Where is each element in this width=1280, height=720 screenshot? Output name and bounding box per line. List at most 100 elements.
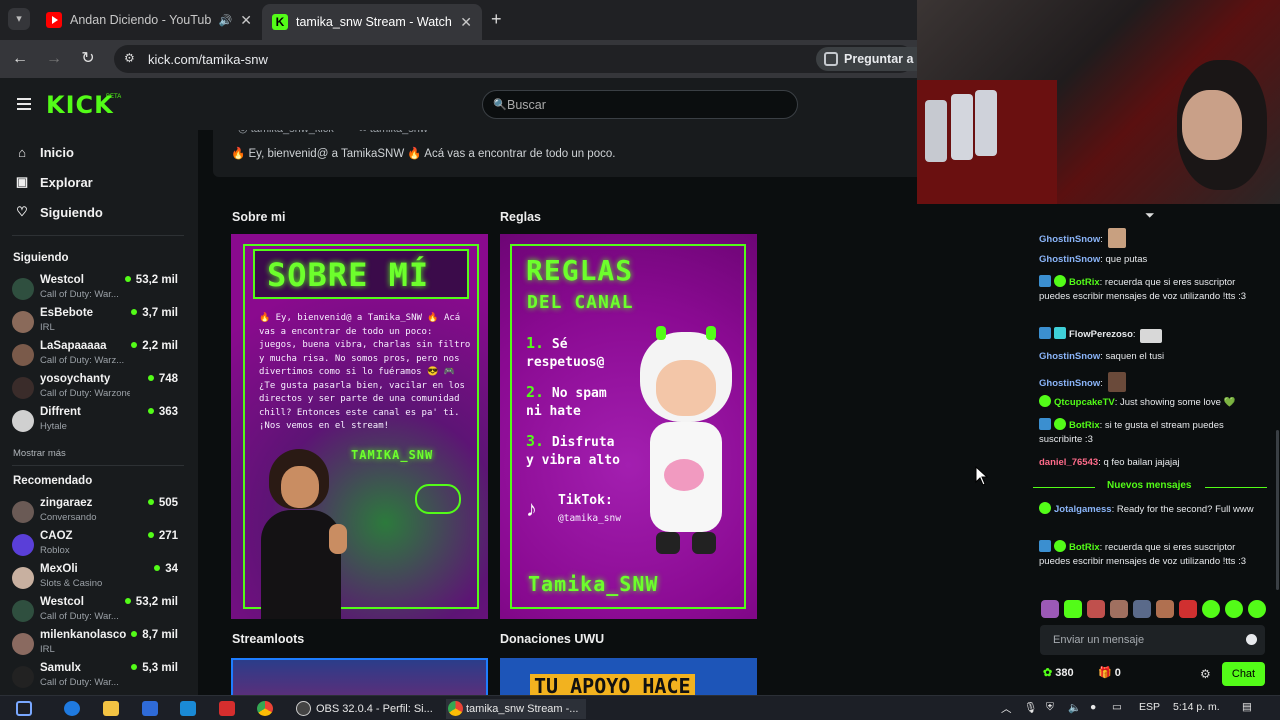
chrome-icon[interactable] bbox=[257, 701, 273, 716]
language-indicator[interactable]: ESP bbox=[1139, 701, 1160, 713]
reload-button[interactable]: ↻ bbox=[78, 49, 98, 69]
streamloots-panel[interactable] bbox=[231, 658, 488, 695]
notifications-icon[interactable]: ▤ bbox=[1242, 701, 1252, 713]
emote-icon[interactable] bbox=[1248, 600, 1266, 618]
chat-username[interactable]: GhostinSnow bbox=[1039, 351, 1100, 362]
channel-name: milenkanolasco bbox=[40, 629, 127, 641]
channel-points[interactable]: ✿ 380 bbox=[1043, 666, 1074, 679]
bio-text: 🔥 Ey, bienvenid@ a TamikaSNW 🔥 Acá vas a… bbox=[231, 148, 616, 160]
volume-icon[interactable]: 🔈 bbox=[1068, 701, 1081, 714]
recommended-channel[interactable]: milenkanolasco IRL 8,7 mil bbox=[12, 629, 184, 659]
menu-icon[interactable] bbox=[17, 98, 31, 110]
gifts-counter[interactable]: 🎁 0 bbox=[1098, 666, 1121, 679]
file-explorer-icon[interactable] bbox=[103, 701, 119, 716]
site-info-icon[interactable]: ⚙ bbox=[124, 51, 135, 65]
vpn-icon[interactable]: ⛨ bbox=[1046, 701, 1054, 714]
channel-category: IRL bbox=[40, 644, 55, 655]
send-chat-button[interactable]: Chat bbox=[1222, 662, 1265, 686]
emote-icon[interactable] bbox=[1156, 600, 1174, 618]
close-tab-icon[interactable]: ✕ bbox=[460, 14, 472, 31]
chat-username[interactable]: FlowPerezoso bbox=[1069, 329, 1133, 340]
back-button[interactable]: ← bbox=[10, 49, 30, 69]
chat-username[interactable]: GhostinSnow bbox=[1039, 378, 1100, 389]
recommended-channel[interactable]: Westcol Call of Duty: War... 53,2 mil bbox=[12, 596, 184, 626]
social-link[interactable]: tamika_snw_kick bbox=[251, 130, 334, 135]
emoji-icon[interactable] bbox=[1246, 634, 1257, 645]
stream-video-overlay[interactable] bbox=[917, 0, 1280, 204]
store-icon[interactable] bbox=[142, 701, 158, 716]
office-icon[interactable] bbox=[219, 701, 235, 716]
search-box[interactable]: 🔍 bbox=[482, 90, 798, 119]
chat-filter-icon[interactable]: ⏷ bbox=[1145, 208, 1155, 223]
character-foot bbox=[692, 532, 716, 554]
following-channel[interactable]: Diffrent Hytale 363 bbox=[12, 406, 184, 436]
nav-explorar[interactable]: ▣ Explorar bbox=[14, 172, 93, 192]
recommended-channel[interactable]: zingaraez Conversando 505 bbox=[12, 497, 184, 527]
close-tab-icon[interactable]: ✕ bbox=[240, 12, 252, 29]
chat-input-box[interactable] bbox=[1040, 625, 1265, 655]
about-panel[interactable]: SOBRE MÍ 🔥 Ey, bienvenid@ a Tamika_SNW 🔥… bbox=[231, 234, 488, 619]
tab-kick[interactable]: K tamika_snw Stream - Watch Liv ✕ bbox=[262, 4, 482, 40]
donations-panel[interactable]: TU APOYO HACE bbox=[500, 658, 757, 695]
recommended-channel[interactable]: MexOli Slots & Casino 34 bbox=[12, 563, 184, 593]
chat-username[interactable]: BotRix bbox=[1069, 420, 1100, 431]
viewer-count: 2,2 mil bbox=[131, 340, 178, 352]
tray-overflow-icon[interactable]: ︿ bbox=[1001, 701, 1012, 716]
chat-username[interactable]: daniel_76543 bbox=[1039, 457, 1098, 468]
task-view-icon[interactable] bbox=[16, 701, 32, 716]
viewer-count: 53,2 mil bbox=[125, 274, 178, 286]
avatar bbox=[12, 600, 34, 622]
energy-can bbox=[925, 100, 947, 162]
microphone-icon[interactable]: 🎙 bbox=[1024, 701, 1037, 714]
chat-input[interactable] bbox=[1053, 631, 1233, 649]
recommended-channel[interactable]: Samulx Call of Duty: War... 5,3 mil bbox=[12, 662, 184, 692]
chat-message: Jotalgamess: Ready for the second? Full … bbox=[1039, 502, 1263, 517]
emote-icon[interactable] bbox=[1087, 600, 1105, 618]
verified-badge-icon bbox=[1054, 418, 1066, 430]
emote-icon[interactable] bbox=[1179, 600, 1197, 618]
emote-icon[interactable] bbox=[1110, 600, 1128, 618]
forward-button[interactable]: → bbox=[44, 49, 64, 69]
nav-inicio[interactable]: ⌂ Inicio bbox=[14, 142, 74, 162]
kick-logo[interactable]: KICK bbox=[46, 91, 114, 119]
chat-text: q feo bailan jajajaj bbox=[1103, 457, 1180, 468]
taskbar-chrome[interactable]: tamika_snw Stream -... bbox=[446, 699, 587, 719]
emote-icon[interactable] bbox=[1202, 600, 1220, 618]
chat-username[interactable]: QtcupcakeTV bbox=[1054, 397, 1115, 408]
app-tray-icon[interactable]: ● bbox=[1090, 701, 1096, 713]
chat-scrollbar[interactable] bbox=[1276, 430, 1279, 590]
clock[interactable]: 5:14 p. m. bbox=[1173, 701, 1220, 713]
network-icon[interactable]: ▭ bbox=[1112, 701, 1122, 713]
recommended-channel[interactable]: CAOZ Roblox 271 bbox=[12, 530, 184, 560]
mail-icon[interactable] bbox=[180, 701, 196, 716]
url-field[interactable]: ⚙ kick.com/tamika-snw bbox=[114, 45, 914, 73]
chat-username[interactable]: Jotalgamess bbox=[1054, 504, 1112, 515]
rules-panel[interactable]: REGLAS DEL CANAL 1. Sé respetuos@ 2. No … bbox=[500, 234, 757, 619]
nav-siguiendo[interactable]: ♡ Siguiendo bbox=[14, 202, 103, 222]
emote-icon[interactable] bbox=[1133, 600, 1151, 618]
tab-search-dropdown[interactable]: ▾ bbox=[8, 8, 30, 30]
following-channel[interactable]: Westcol Call of Duty: War... 53,2 mil bbox=[12, 274, 184, 304]
emote-icon[interactable] bbox=[1225, 600, 1243, 618]
edge-icon[interactable] bbox=[64, 701, 80, 716]
channel-category: Hytale bbox=[40, 421, 67, 432]
channel-category: Roblox bbox=[40, 545, 70, 556]
chat-settings-icon[interactable]: ⚙ bbox=[1200, 667, 1211, 681]
gifts-value: 0 bbox=[1114, 667, 1121, 679]
show-more-link[interactable]: Mostrar más bbox=[13, 448, 66, 459]
new-tab-button[interactable]: + bbox=[491, 9, 502, 30]
following-channel[interactable]: LaSapaaaaa Call of Duty: Warz... 2,2 mil bbox=[12, 340, 184, 370]
chat-username[interactable]: GhostinSnow bbox=[1039, 254, 1100, 265]
chat-username[interactable]: GhostinSnow bbox=[1039, 234, 1100, 245]
emote-icon[interactable] bbox=[1064, 600, 1082, 618]
character-face bbox=[281, 466, 319, 508]
taskbar-obs[interactable]: OBS 32.0.4 - Perfil: Si... bbox=[296, 699, 433, 719]
chat-username[interactable]: BotRix bbox=[1069, 542, 1100, 553]
following-channel[interactable]: yosoychanty Call of Duty: Warzone 748 bbox=[12, 373, 184, 403]
search-input[interactable] bbox=[507, 95, 787, 115]
social-link[interactable]: tamika_snw bbox=[370, 130, 428, 135]
chat-username[interactable]: BotRix bbox=[1069, 277, 1100, 288]
following-channel[interactable]: EsBebote IRL 3,7 mil bbox=[12, 307, 184, 337]
emote-icon[interactable] bbox=[1041, 600, 1059, 618]
tab-youtube[interactable]: Andan Diciendo - YouTube 🔊 ✕ bbox=[36, 4, 262, 36]
